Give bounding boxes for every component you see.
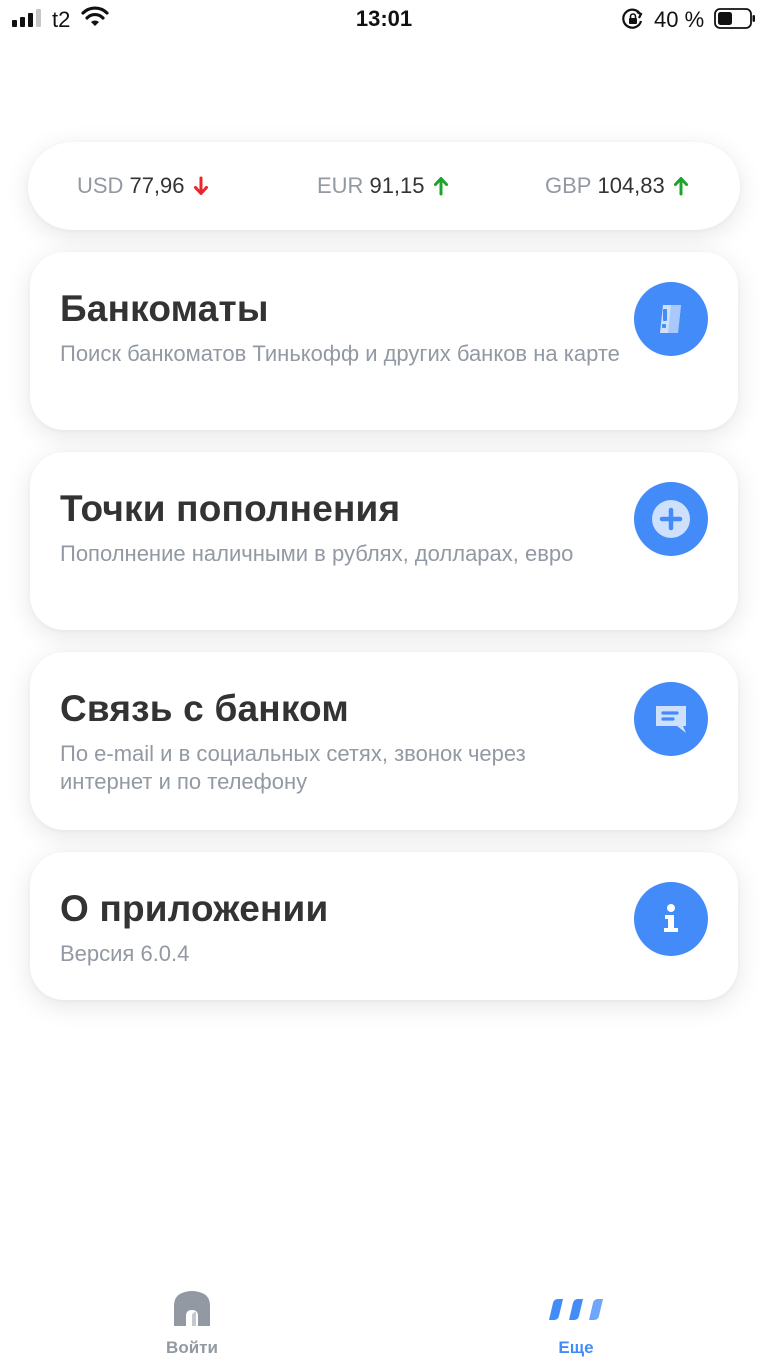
battery-percent: 40 % [654, 7, 705, 32]
menu-item-contact[interactable]: Связь с банком По e-mail и в социальных … [30, 652, 738, 830]
rate-code: EUR [317, 173, 364, 198]
atm-icon [634, 282, 708, 356]
menu-item-title: О приложении [60, 888, 329, 929]
menu-item-subtitle: По e-mail и в социальных сетях, звонок ч… [60, 741, 526, 794]
menu-item-title: Точки пополнения [60, 488, 401, 529]
status-time: 13:01 [355, 6, 413, 31]
tab-more[interactable]: Еще [516, 1290, 636, 1358]
rate-code: GBP [545, 173, 592, 198]
plus-circle-icon [634, 482, 708, 556]
rotation-lock-icon [622, 8, 643, 29]
tab-label: Еще [558, 1338, 594, 1357]
rate-value: 91,15 [369, 173, 425, 198]
menu-item-title: Связь с банком [60, 688, 349, 729]
currency-rates-card[interactable]: USD 77,96 EUR 91,15 GBP 104,83 [28, 142, 740, 230]
status-bar: t2 13:01 40 % [0, 0, 768, 40]
screen: t2 13:01 40 % USD 77,96 EUR 91,15 GBP 10… [0, 0, 768, 1365]
menu-item-title: Банкоматы [60, 288, 269, 329]
tab-label: Войти [166, 1338, 218, 1357]
arrow-down-icon [193, 176, 208, 195]
rate-eur: EUR 91,15 [317, 142, 449, 230]
menu-item-about[interactable]: О приложении Версия 6.0.4 [30, 852, 738, 1000]
menu-item-subtitle: Версия 6.0.4 [60, 941, 190, 966]
chat-icon [634, 682, 708, 756]
tab-login[interactable]: Войти [132, 1290, 252, 1358]
rate-value: 77,96 [129, 173, 185, 198]
menu-item-subtitle: Пополнение наличными в рублях, долларах,… [60, 541, 574, 566]
menu-item-atms[interactable]: Банкоматы Поиск банкоматов Тинькофф и др… [30, 252, 738, 430]
dots-icon [549, 1299, 603, 1320]
arrow-up-icon [433, 177, 448, 196]
rate-code: USD [77, 173, 124, 198]
home-icon [174, 1291, 210, 1326]
rate-usd: USD 77,96 [77, 142, 209, 230]
info-icon [634, 882, 708, 956]
battery-icon [714, 8, 755, 29]
menu-item-topup[interactable]: Точки пополнения Пополнение наличными в … [30, 452, 738, 630]
arrow-up-icon [673, 177, 688, 196]
menu-item-subtitle: Поиск банкоматов Тинькофф и других банко… [60, 341, 620, 366]
rate-value: 104,83 [597, 173, 665, 198]
rate-gbp: GBP 104,83 [545, 142, 689, 230]
